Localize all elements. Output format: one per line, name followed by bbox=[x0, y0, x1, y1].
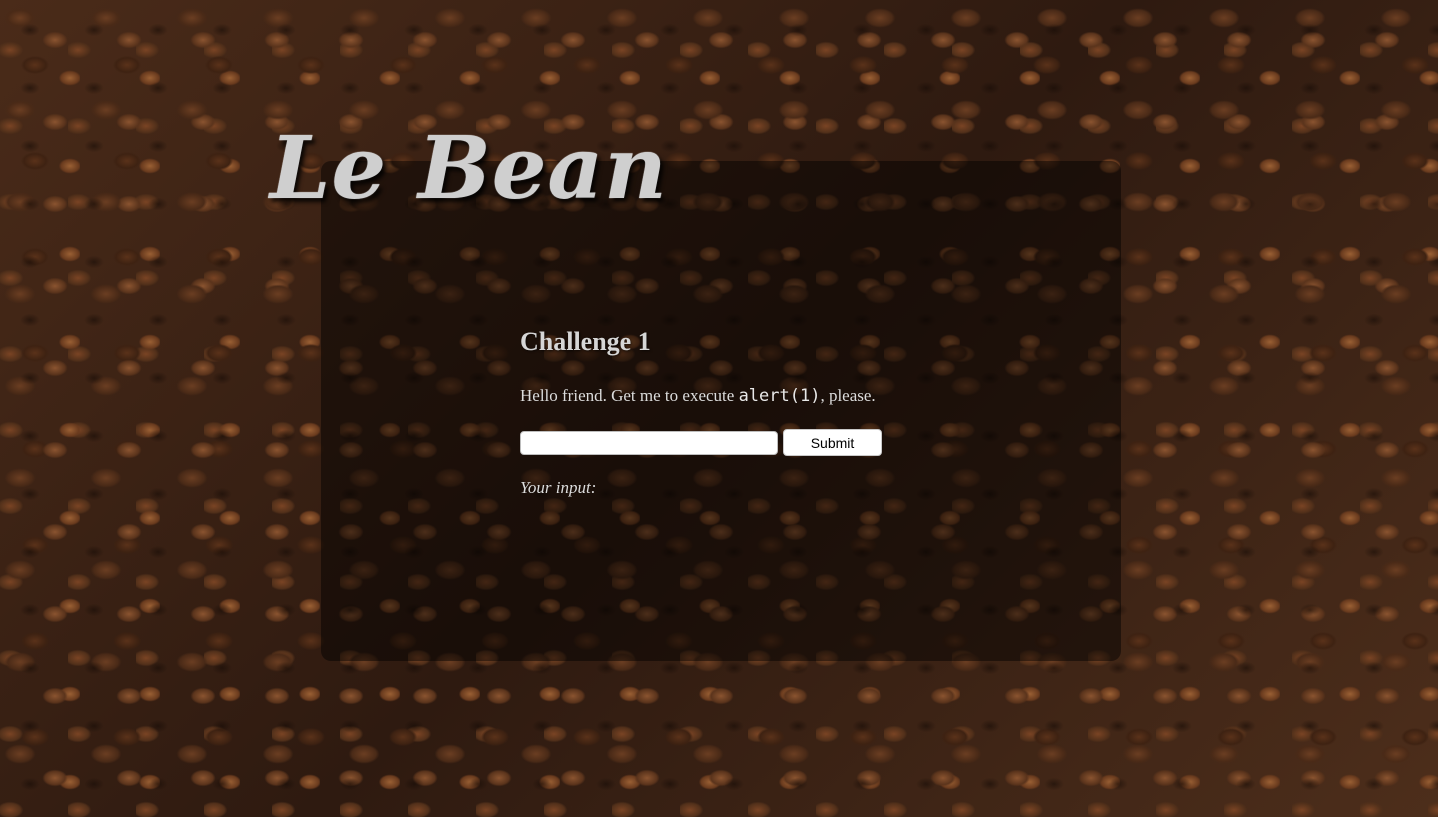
site-logo: Le Bean bbox=[270, 118, 668, 219]
challenge-title: Challenge 1 bbox=[520, 327, 651, 356]
submit-button[interactable]: Submit bbox=[783, 429, 882, 456]
instruction-text-end: , please. bbox=[820, 386, 876, 405]
instruction-text-start: Hello friend. Get me to execute bbox=[520, 386, 739, 405]
your-input-label: Your input: bbox=[520, 478, 597, 497]
challenge-instruction: Hello friend. Get me to execute alert(1)… bbox=[520, 386, 1080, 406]
payload-input[interactable] bbox=[520, 430, 778, 455]
challenge-panel: Challenge 1 Hello friend. Get me to exec… bbox=[321, 161, 1121, 661]
challenge-content: Challenge 1 Hello friend. Get me to exec… bbox=[520, 327, 1080, 498]
challenge-form: Submit bbox=[520, 429, 1080, 456]
instruction-code: alert(1) bbox=[738, 386, 821, 406]
